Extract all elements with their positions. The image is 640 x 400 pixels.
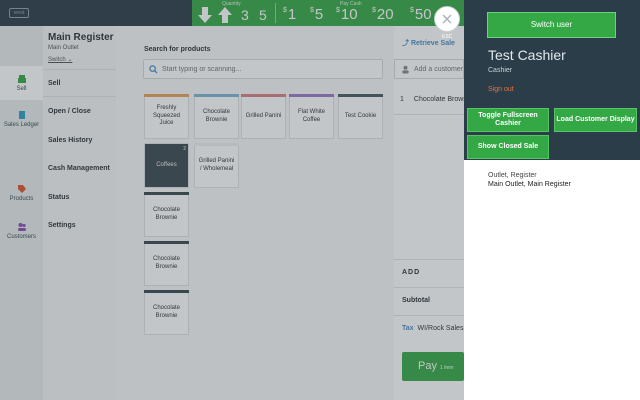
switch-user-button[interactable]: Switch user	[487, 12, 616, 38]
outlet-register-label: Outlet, Register	[488, 172, 537, 179]
cashier-name: Test Cashier	[488, 47, 566, 63]
modal-overlay[interactable]	[0, 0, 464, 400]
close-icon	[442, 14, 452, 24]
load-customer-display-button[interactable]: Load Customer Display	[554, 108, 637, 132]
user-panel: Switch user Test Cashier Cashier Sign ou…	[464, 0, 640, 400]
show-closed-sale-button[interactable]: Show Closed Sale	[467, 135, 549, 159]
close-button[interactable]	[434, 6, 460, 32]
sign-out-link[interactable]: Sign out	[488, 86, 514, 93]
esc-hint: ESC	[442, 34, 453, 40]
cashier-role: Cashier	[488, 67, 513, 74]
toggle-fullscreen-button[interactable]: Toggle Fullscreen Cashier	[467, 108, 549, 132]
outlet-register-value: Main Outlet, Main Register	[488, 181, 571, 188]
